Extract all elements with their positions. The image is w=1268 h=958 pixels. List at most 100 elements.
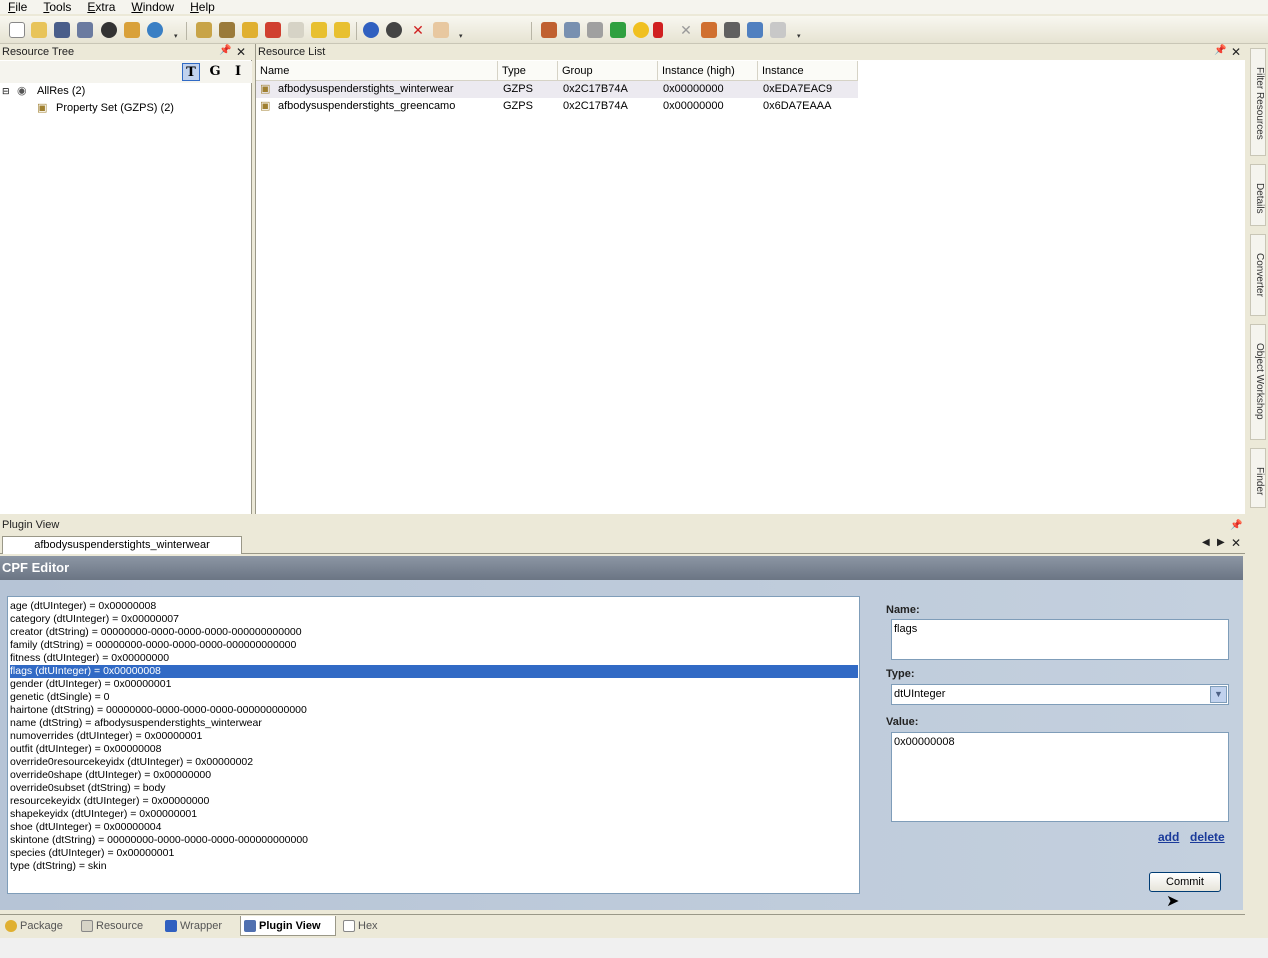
delete-link[interactable]: delete [1190,830,1225,844]
side-tab-converter[interactable]: Converter [1250,234,1266,316]
close-icon[interactable] [101,22,117,38]
scroll-left-icon[interactable]: ◀ [1202,537,1210,548]
cross-icon[interactable]: ✕ [410,22,426,38]
pin-icon[interactable]: 📌 [1214,45,1226,56]
puzzle-icon[interactable] [610,22,626,38]
tree-item-property-set[interactable]: Property Set (GZPS) (2) [56,100,174,116]
mode-group-button[interactable]: G [206,63,224,81]
pin-icon[interactable]: 📌 [219,45,231,56]
list-item[interactable]: hairtone (dtString) = 00000000-0000-0000… [10,704,858,717]
image-icon[interactable] [724,22,740,38]
close-icon[interactable]: ✕ [1231,45,1241,59]
document-icon[interactable] [653,22,663,38]
column-group[interactable]: Group [558,61,658,81]
tools-icon[interactable] [701,22,717,38]
list-item[interactable]: override0resourcekeyidx (dtUInteger) = 0… [10,756,858,769]
menu-window[interactable]: Window [123,0,182,14]
list-item[interactable]: type (dtString) = skin [10,860,858,873]
chevron-down-icon[interactable]: ▾ [797,33,803,40]
settings-icon[interactable] [147,22,163,38]
tab-package[interactable]: Package [2,916,76,936]
side-tab-object-workshop[interactable]: Object Workshop [1250,324,1266,440]
side-tab-filter-resources[interactable]: Filter Resources [1250,48,1266,156]
tab-wrapper[interactable]: Wrapper [162,916,238,936]
tab-hex[interactable]: Hex [340,916,388,936]
chevron-down-icon[interactable]: ▾ [459,33,465,40]
mode-instance-button[interactable]: I [229,63,247,81]
column-instance-high[interactable]: Instance (high) [658,61,758,81]
replace-icon[interactable] [242,22,258,38]
collapse-icon[interactable]: ⊟ [2,83,12,99]
list-item[interactable]: skintone (dtString) = 00000000-0000-0000… [10,834,858,847]
list-item[interactable]: species (dtUInteger) = 0x00000001 [10,847,858,860]
type-select[interactable]: dtUInteger ▼ [891,684,1229,705]
user-icon[interactable] [386,22,402,38]
save-as-icon[interactable] [77,22,93,38]
table-row[interactable]: ▣ afbodysuspenderstights_greencamo GZPS … [256,98,858,115]
tree-root[interactable]: AllRes (2) [37,83,85,99]
list-item[interactable]: name (dtString) = afbodysuspenderstights… [10,717,858,730]
list-item[interactable]: family (dtString) = 00000000-0000-0000-0… [10,639,858,652]
mode-type-button[interactable]: T [182,63,200,81]
badge-icon[interactable] [633,22,649,38]
close-icon[interactable]: ✕ [236,45,246,59]
cut-icon[interactable]: ✕ [678,22,694,38]
list-item[interactable]: shapekeyidx (dtUInteger) = 0x00000001 [10,808,858,821]
close-icon[interactable]: ✕ [1231,536,1241,550]
list-item[interactable]: shoe (dtUInteger) = 0x00000004 [10,821,858,834]
add-link[interactable]: add [1158,830,1179,844]
menu-help[interactable]: Help [182,0,223,14]
list-item[interactable]: age (dtUInteger) = 0x00000008 [10,600,858,613]
name-field[interactable]: flags [891,619,1229,660]
scroll-right-icon[interactable]: ▶ [1217,537,1225,548]
comment-icon[interactable] [288,22,304,38]
list-item[interactable]: creator (dtString) = 00000000-0000-0000-… [10,626,858,639]
property-list[interactable]: age (dtUInteger) = 0x00000008 category (… [7,596,860,894]
column-type[interactable]: Type [498,61,558,81]
copy-icon[interactable] [564,22,580,38]
menu-file[interactable]: File [0,0,35,14]
list-item[interactable]: resourcekeyidx (dtUInteger) = 0x00000000 [10,795,858,808]
mouse-cursor-icon: ➤ [1166,893,1180,910]
column-name[interactable]: Name [256,61,498,81]
tab-document[interactable]: afbodysuspenderstights_winterwear [2,536,242,554]
list-item[interactable]: genetic (dtSingle) = 0 [10,691,858,704]
tab-resource[interactable]: Resource [78,916,160,936]
list-item-selected[interactable]: flags (dtUInteger) = 0x00000008 [10,665,858,678]
chevron-down-icon[interactable]: ▾ [174,33,180,40]
open-icon[interactable] [31,22,47,38]
notes-alt-icon[interactable] [334,22,350,38]
package-icon[interactable] [541,22,557,38]
tab-plugin-view[interactable]: Plugin View [240,916,336,936]
list-item[interactable]: category (dtUInteger) = 0x00000007 [10,613,858,626]
save-folder-icon[interactable] [219,22,235,38]
menu-extra[interactable]: Extra [79,0,123,14]
save-icon[interactable] [54,22,70,38]
menu-tools[interactable]: Tools [35,0,79,14]
list-item[interactable]: override0shape (dtUInteger) = 0x00000000 [10,769,858,782]
toolbar-separator [531,22,532,40]
list-item[interactable]: outfit (dtUInteger) = 0x00000008 [10,743,858,756]
list-item[interactable]: numoverrides (dtUInteger) = 0x00000001 [10,730,858,743]
chevron-down-icon[interactable]: ▼ [1210,686,1227,703]
hex-icon [343,920,355,932]
people-icon[interactable] [747,22,763,38]
eraser-icon[interactable] [433,22,449,38]
side-tab-finder[interactable]: Finder [1250,448,1266,508]
list-item[interactable]: gender (dtUInteger) = 0x00000001 [10,678,858,691]
side-tab-details[interactable]: Details [1250,164,1266,226]
folder-open-icon[interactable] [196,22,212,38]
commit-button[interactable]: Commit [1149,872,1221,892]
delete-icon[interactable] [265,22,281,38]
pin-icon[interactable]: 📌 [1230,518,1242,534]
value-field[interactable]: 0x00000008 [891,732,1229,822]
refresh-icon[interactable] [363,22,379,38]
import-icon[interactable] [124,22,140,38]
new-icon[interactable] [9,22,25,38]
list-item[interactable]: fitness (dtUInteger) = 0x00000000 [10,652,858,665]
list-item[interactable]: override0subset (dtString) = body [10,782,858,795]
chain-icon[interactable] [587,22,603,38]
notes-icon[interactable] [311,22,327,38]
table-row[interactable]: ▣ afbodysuspenderstights_winterwear GZPS… [256,81,858,98]
column-instance[interactable]: Instance [758,61,858,81]
